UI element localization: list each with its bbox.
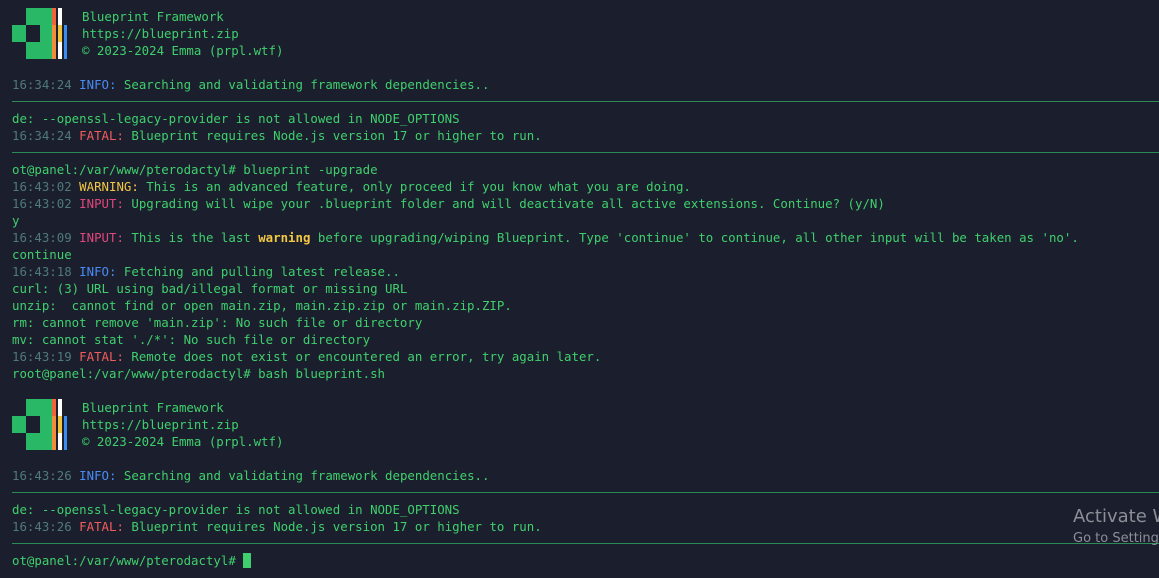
blueprint-logo-icon [12, 8, 67, 59]
log-message: Remote does not exist or encountered an … [123, 349, 602, 364]
user-answer: y [12, 213, 20, 228]
shell-command-line: root@panel:/var/www/pterodactyl# bash bl… [12, 366, 385, 381]
curl-error-line: curl: (3) URL using bad/illegal format o… [12, 281, 408, 296]
node-error-line: de: --openssl-legacy-provider is not all… [12, 111, 460, 126]
user-answer: continue [12, 247, 72, 262]
log-line-fatal: 16:34:24 FATAL: Blueprint requires Node.… [12, 127, 542, 144]
banner-copyright: © 2023-2024 Emma (prpl.wtf) [82, 434, 284, 449]
activation-watermark-subtitle: Go to Setting [1073, 531, 1159, 546]
timestamp: 16:34:24 [12, 77, 72, 92]
timestamp: 16:43:09 [12, 230, 72, 245]
blueprint-logo-icon [12, 399, 67, 450]
info-label: INFO: [79, 264, 117, 279]
warning-label: WARNING: [79, 179, 139, 194]
log-message: Upgrading will wipe your .blueprint fold… [123, 196, 885, 211]
info-label: INFO: [79, 77, 117, 92]
divider [12, 543, 1159, 544]
banner-name: Blueprint Framework [82, 400, 224, 415]
rm-error-line: rm: cannot remove 'main.zip': No such fi… [12, 315, 423, 330]
fatal-label: FATAL: [79, 349, 124, 364]
timestamp: 16:43:26 [12, 519, 72, 534]
timestamp: 16:43:18 [12, 264, 72, 279]
prompt-text: ot@panel:/var/www/pterodactyl# [12, 553, 244, 568]
input-label: INPUT: [79, 230, 124, 245]
shell-prompt[interactable]: ot@panel:/var/www/pterodactyl# [12, 552, 252, 569]
shell-command-line: ot@panel:/var/www/pterodactyl# blueprint… [12, 162, 378, 177]
text-cursor [243, 553, 252, 568]
log-message: Fetching and pulling latest release.. [116, 264, 400, 279]
log-line-info: 16:34:24 INFO: Searching and validating … [12, 76, 489, 93]
timestamp: 16:43:26 [12, 468, 72, 483]
timestamp: 16:34:24 [12, 128, 72, 143]
mv-error-line: mv: cannot stat './*': No such file or d… [12, 332, 371, 347]
timestamp: 16:43:02 [12, 179, 72, 194]
log-message: Searching and validating framework depen… [116, 468, 490, 483]
activation-watermark-title: Activate Wi [1073, 506, 1159, 527]
log-line-input: 16:43:02 INPUT: Upgrading will wipe your… [12, 195, 885, 212]
banner-url[interactable]: https://blueprint.zip [82, 25, 239, 42]
input-label: INPUT: [79, 196, 124, 211]
fatal-label: FATAL: [79, 128, 124, 143]
log-line-warning: 16:43:02 WARNING: This is an advanced fe… [12, 178, 691, 195]
fatal-label: FATAL: [79, 519, 124, 534]
divider [12, 152, 1159, 153]
log-line-input: 16:43:09 INPUT: This is the last warning… [12, 229, 1079, 246]
log-message: Blueprint requires Node.js version 17 or… [123, 519, 542, 534]
log-line-fatal: 16:43:19 FATAL: Remote does not exist or… [12, 348, 601, 365]
unzip-error-line: unzip: cannot find or open main.zip, mai… [12, 298, 512, 313]
divider [12, 101, 1159, 102]
info-label: INFO: [79, 468, 117, 483]
log-message: Searching and validating framework depen… [116, 77, 490, 92]
banner-copyright: © 2023-2024 Emma (prpl.wtf) [82, 43, 284, 58]
divider [12, 492, 1159, 493]
log-line-info: 16:43:18 INFO: Fetching and pulling late… [12, 263, 400, 280]
log-message: before upgrading/wiping Blueprint. Type … [310, 230, 1079, 245]
banner-name: Blueprint Framework [82, 9, 224, 24]
terminal-window[interactable]: Blueprint Framework https://blueprint.zi… [0, 0, 1159, 578]
node-error-line: de: --openssl-legacy-provider is not all… [12, 502, 460, 517]
timestamp: 16:43:02 [12, 196, 72, 211]
log-message: This is the last [123, 230, 259, 245]
banner-url[interactable]: https://blueprint.zip [82, 416, 239, 433]
log-message: This is an advanced feature, only procee… [138, 179, 691, 194]
log-line-info: 16:43:26 INFO: Searching and validating … [12, 467, 489, 484]
timestamp: 16:43:19 [12, 349, 72, 364]
log-line-fatal: 16:43:26 FATAL: Blueprint requires Node.… [12, 518, 542, 535]
warning-word: warning [258, 230, 311, 245]
log-message: Blueprint requires Node.js version 17 or… [123, 128, 542, 143]
